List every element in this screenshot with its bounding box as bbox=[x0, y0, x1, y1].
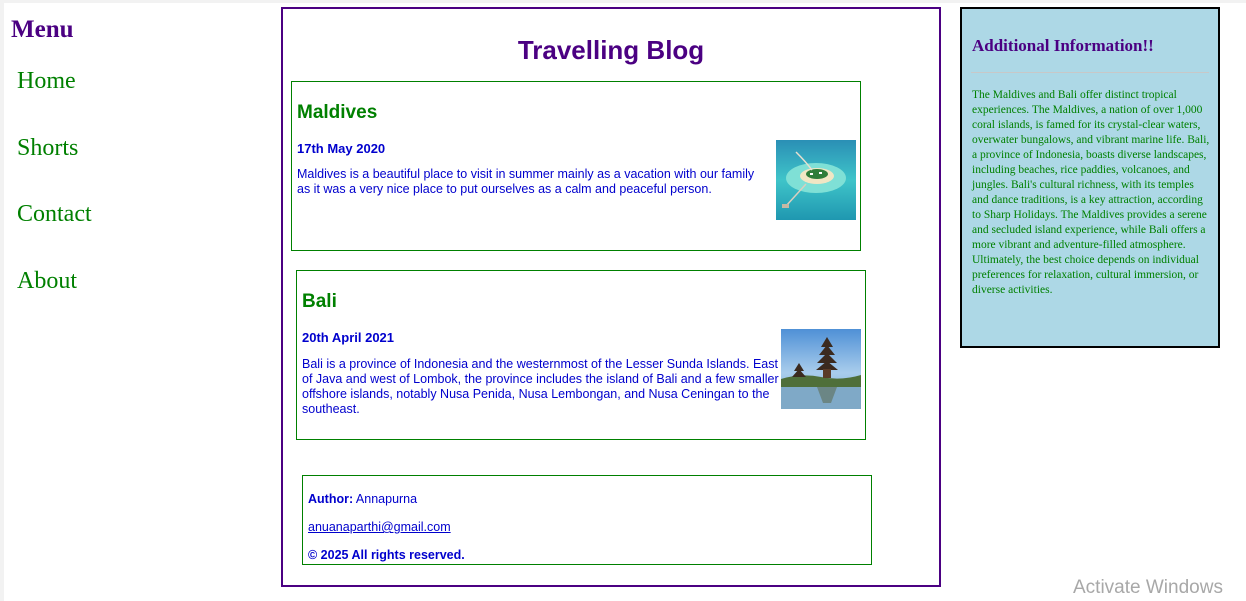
post-date: 17th May 2020 bbox=[297, 141, 386, 156]
maldives-image bbox=[776, 140, 856, 220]
menu-link-contact[interactable]: Contact bbox=[17, 201, 92, 227]
author-name: Annapurna bbox=[355, 492, 418, 506]
menu-link-about[interactable]: About bbox=[17, 268, 77, 294]
menu-item-shorts: Shorts bbox=[17, 135, 92, 202]
post-title: Bali bbox=[302, 291, 337, 312]
info-text: The Maldives and Bali offer distinct tro… bbox=[972, 89, 1210, 296]
menu-list: Home Shorts Contact About bbox=[17, 68, 92, 334]
main-content: Travelling Blog Maldives 17th May 2020 M… bbox=[281, 7, 941, 587]
author-line: Author: Annapurna bbox=[308, 492, 417, 506]
post-body: Bali is a province of Indonesia and the … bbox=[302, 357, 779, 416]
email-line: anuanaparthi@gmail.com bbox=[308, 520, 451, 534]
blog-title: Travelling Blog bbox=[517, 35, 705, 65]
menu-link-shorts[interactable]: Shorts bbox=[17, 135, 78, 161]
menu-item-contact: Contact bbox=[17, 201, 92, 268]
menu-item-home: Home bbox=[17, 68, 92, 135]
blog-footer: Author: Annapurna anuanaparthi@gmail.com… bbox=[302, 475, 872, 565]
post-title: Maldives bbox=[297, 102, 378, 123]
activate-windows-watermark: Activate Windows bbox=[1073, 577, 1223, 598]
info-title: Additional Information!! bbox=[972, 36, 1154, 55]
email-link[interactable]: anuanaparthi@gmail.com bbox=[308, 520, 451, 534]
post-bali: Bali 20th April 2021 Bali is a province … bbox=[296, 270, 866, 440]
post-date: 20th April 2021 bbox=[302, 330, 395, 345]
info-divider bbox=[971, 72, 1209, 73]
additional-info-box: Additional Information!! The Maldives an… bbox=[960, 7, 1220, 348]
menu-link-home[interactable]: Home bbox=[17, 68, 76, 94]
post-maldives: Maldives 17th May 2020 Maldives is a bea… bbox=[291, 81, 861, 251]
bali-image bbox=[781, 329, 861, 409]
copyright-text: © 2025 All rights reserved. bbox=[308, 548, 465, 562]
menu-item-about: About bbox=[17, 268, 92, 335]
post-body: Maldives is a beautiful place to visit i… bbox=[297, 167, 755, 196]
menu-title: Menu bbox=[11, 16, 74, 43]
author-label: Author: bbox=[308, 492, 354, 506]
